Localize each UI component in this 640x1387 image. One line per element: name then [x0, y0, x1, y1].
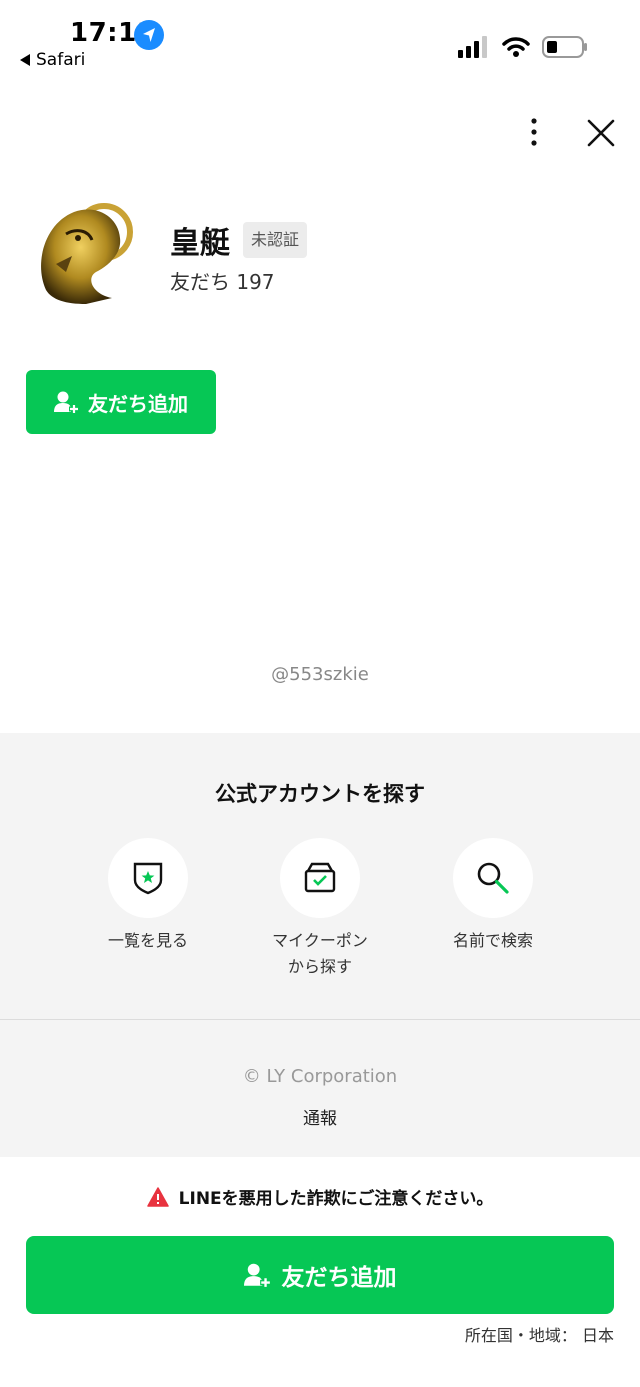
back-to-safari[interactable]: Safari [20, 50, 85, 70]
my-coupon-label-line1: マイクーポン [272, 931, 368, 950]
my-coupon-circle [280, 838, 360, 918]
search-icon [477, 862, 509, 894]
search-by-name-label: 名前で検索 [423, 928, 563, 954]
list-all-button[interactable]: 一覧を見る [78, 838, 218, 954]
search-by-name-button[interactable]: 名前で検索 [423, 838, 563, 954]
report-link[interactable]: 通報 [0, 1104, 640, 1129]
divider [0, 1019, 640, 1020]
list-all-circle [108, 838, 188, 918]
avatar [26, 194, 142, 310]
fraud-warning: LINEを悪用した詐欺にご注意ください。 [0, 1184, 640, 1209]
back-triangle-icon [20, 54, 30, 66]
copyright: © LY Corporation [242, 1066, 398, 1087]
status-bar: 17:11 Safari [0, 0, 640, 80]
add-friend-button-bottom[interactable]: 友だち追加 [26, 1236, 614, 1314]
friends-count: 友だち 197 [170, 270, 275, 294]
wifi-icon [502, 37, 530, 57]
my-coupon-button[interactable]: マイクーポン から探す [250, 838, 390, 980]
battery-icon [542, 36, 587, 58]
list-all-label: 一覧を見る [78, 928, 218, 954]
explore-title: 公式アカウントを探す [215, 782, 425, 806]
dragon-logo-icon [26, 194, 142, 310]
list-all-label-line1: 一覧を見る [107, 931, 188, 950]
close-icon[interactable] [584, 116, 618, 150]
unverified-badge: 未認証 [243, 222, 308, 258]
region-info: 所在国・地域： 日本 [464, 1326, 614, 1345]
location-arrow-icon [134, 20, 164, 50]
account-id: @553szkie [271, 664, 369, 685]
add-friend-label: 友だち追加 [88, 391, 188, 416]
my-coupon-label: マイクーポン から探す [250, 928, 390, 980]
coupon-box-icon [304, 862, 336, 893]
more-options-icon[interactable] [522, 116, 546, 148]
fraud-warning-text: LINEを悪用した詐欺にご注意ください。 [178, 1189, 494, 1209]
add-friend-button[interactable]: 友だち追加 [26, 370, 216, 434]
shield-star-icon [133, 862, 163, 895]
account-name: 皇艇 [170, 226, 230, 261]
cellular-signal-icon [458, 36, 487, 58]
my-coupon-label-line2: から探す [287, 957, 352, 976]
add-person-icon [243, 1263, 271, 1288]
add-friend-bottom-label: 友だち追加 [281, 1265, 397, 1291]
warning-icon [146, 1186, 169, 1207]
add-person-icon [54, 391, 79, 414]
back-app-label: Safari [36, 50, 86, 70]
search-by-name-circle [453, 838, 533, 918]
search-by-name-label-line1: 名前で検索 [452, 931, 533, 950]
